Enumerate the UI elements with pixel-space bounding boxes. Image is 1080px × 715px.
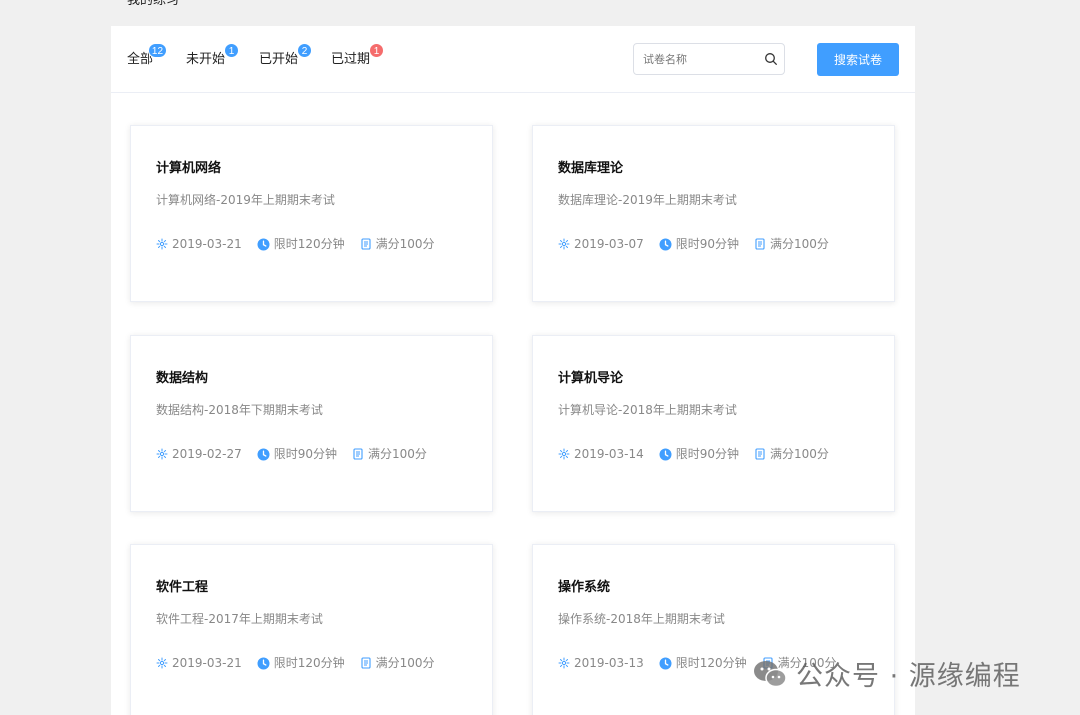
tab-all[interactable]: 全部 12 xyxy=(127,43,168,69)
clock-icon xyxy=(257,657,270,669)
date-meta: 2019-03-07 xyxy=(558,236,644,252)
document-icon xyxy=(361,238,371,250)
date-meta: 2019-03-21 xyxy=(156,655,242,671)
time-meta: 限时90分钟 xyxy=(659,236,739,252)
clock-icon xyxy=(257,238,270,250)
card-date: 2019-03-13 xyxy=(574,656,644,670)
wechat-icon xyxy=(754,660,787,687)
clock-icon xyxy=(257,448,270,460)
tab-expired[interactable]: 已过期 1 xyxy=(331,43,385,69)
card-meta: 2019-02-27 限时90分钟 满分100分 xyxy=(156,446,442,462)
time-meta: 限时90分钟 xyxy=(257,446,337,462)
exam-panel: 全部 12 未开始 1 已开始 2 已过期 1 搜索试卷 计算机网络 计算机网络… xyxy=(111,26,915,715)
card-desc: 数据库理论-2019年上期期末考试 xyxy=(558,193,737,207)
exam-card[interactable]: 数据结构 数据结构-2018年下期期末考试 2019-02-27 限时90分钟 … xyxy=(130,335,493,512)
card-date: 2019-02-27 xyxy=(172,447,242,461)
card-date: 2019-03-07 xyxy=(574,237,644,251)
card-desc: 操作系统-2018年上期期末考试 xyxy=(558,612,725,626)
card-desc: 计算机导论-2018年上期期末考试 xyxy=(558,403,737,417)
card-meta: 2019-03-07 限时90分钟 满分100分 xyxy=(558,236,844,252)
tab-started[interactable]: 已开始 2 xyxy=(259,43,313,69)
sun-icon xyxy=(558,448,570,460)
exam-card[interactable]: 计算机网络 计算机网络-2019年上期期末考试 2019-03-21 限时120… xyxy=(130,125,493,302)
card-date: 2019-03-21 xyxy=(172,656,242,670)
card-full-score: 满分100分 xyxy=(375,656,435,670)
sun-icon xyxy=(156,238,168,250)
watermark-text: 公众号 · 源缘编程 xyxy=(796,661,1021,692)
card-full-score: 满分100分 xyxy=(770,447,829,461)
card-full-score: 满分100分 xyxy=(770,237,829,251)
card-title: 操作系统 xyxy=(558,580,611,595)
card-meta: 2019-03-21 限时120分钟 满分100分 xyxy=(156,236,450,252)
time-meta: 限时90分钟 xyxy=(659,446,739,462)
score-meta: 满分100分 xyxy=(352,446,427,462)
card-time-limit: 限时90分钟 xyxy=(675,447,740,461)
card-title: 数据结构 xyxy=(156,371,209,386)
exam-card[interactable]: 数据库理论 数据库理论-2019年上期期末考试 2019-03-07 限时90分… xyxy=(532,125,895,302)
exam-card[interactable]: 软件工程 软件工程-2017年上期期末考试 2019-03-21 限时120分钟… xyxy=(130,544,493,715)
document-icon xyxy=(755,448,765,460)
count-badge: 12 xyxy=(147,43,168,58)
card-time-limit: 限时120分钟 xyxy=(273,656,345,670)
clock-icon xyxy=(659,238,672,250)
card-date: 2019-03-14 xyxy=(574,447,644,461)
search-box xyxy=(633,43,785,75)
sun-icon xyxy=(558,657,570,669)
card-full-score: 满分100分 xyxy=(375,237,435,251)
document-icon xyxy=(353,448,363,460)
toolbar: 全部 12 未开始 1 已开始 2 已过期 1 搜索试卷 xyxy=(111,26,915,93)
search-exam-button[interactable]: 搜索试卷 xyxy=(817,43,899,76)
time-meta: 限时120分钟 xyxy=(257,655,345,671)
card-desc: 计算机网络-2019年上期期末考试 xyxy=(156,193,335,207)
document-icon xyxy=(755,238,765,250)
document-icon xyxy=(361,657,371,669)
card-title: 计算机导论 xyxy=(558,371,624,386)
card-meta: 2019-03-14 限时90分钟 满分100分 xyxy=(558,446,844,462)
tab-label: 未开始 xyxy=(186,52,226,67)
sun-icon xyxy=(558,238,570,250)
card-title: 计算机网络 xyxy=(156,161,222,176)
exam-card[interactable]: 计算机导论 计算机导论-2018年上期期末考试 2019-03-14 限时90分… xyxy=(532,335,895,512)
date-meta: 2019-03-13 xyxy=(558,655,644,671)
count-badge: 1 xyxy=(369,43,385,58)
clock-icon xyxy=(659,657,672,669)
card-full-score: 满分100分 xyxy=(368,447,427,461)
sun-icon xyxy=(156,657,168,669)
card-time-limit: 限时120分钟 xyxy=(675,656,747,670)
card-time-limit: 限时120分钟 xyxy=(273,237,345,251)
card-time-limit: 限时90分钟 xyxy=(675,237,740,251)
sun-icon xyxy=(156,448,168,460)
card-title: 软件工程 xyxy=(156,580,209,595)
count-badge: 1 xyxy=(224,43,240,58)
card-desc: 软件工程-2017年上期期末考试 xyxy=(156,612,323,626)
card-desc: 数据结构-2018年下期期末考试 xyxy=(156,403,323,417)
search-icon[interactable] xyxy=(764,52,778,66)
search-input[interactable] xyxy=(634,44,756,74)
time-meta: 限时120分钟 xyxy=(257,236,345,252)
score-meta: 满分100分 xyxy=(360,655,435,671)
card-date: 2019-03-21 xyxy=(172,237,242,251)
tab-label: 已开始 xyxy=(259,52,299,67)
date-meta: 2019-03-21 xyxy=(156,236,242,252)
date-meta: 2019-03-14 xyxy=(558,446,644,462)
tab-not-started[interactable]: 未开始 1 xyxy=(186,43,240,69)
score-meta: 满分100分 xyxy=(754,236,829,252)
card-title: 数据库理论 xyxy=(558,161,624,176)
time-meta: 限时120分钟 xyxy=(659,655,747,671)
score-meta: 满分100分 xyxy=(754,446,829,462)
date-meta: 2019-02-27 xyxy=(156,446,242,462)
card-meta: 2019-03-21 限时120分钟 满分100分 xyxy=(156,655,450,671)
watermark: 公众号 · 源缘编程 xyxy=(752,654,1021,693)
count-badge: 2 xyxy=(297,43,313,58)
card-time-limit: 限时90分钟 xyxy=(273,447,338,461)
tab-label: 已过期 xyxy=(331,52,371,67)
clock-icon xyxy=(659,448,672,460)
score-meta: 满分100分 xyxy=(360,236,435,252)
page-heading: 我的练习 xyxy=(127,0,180,8)
